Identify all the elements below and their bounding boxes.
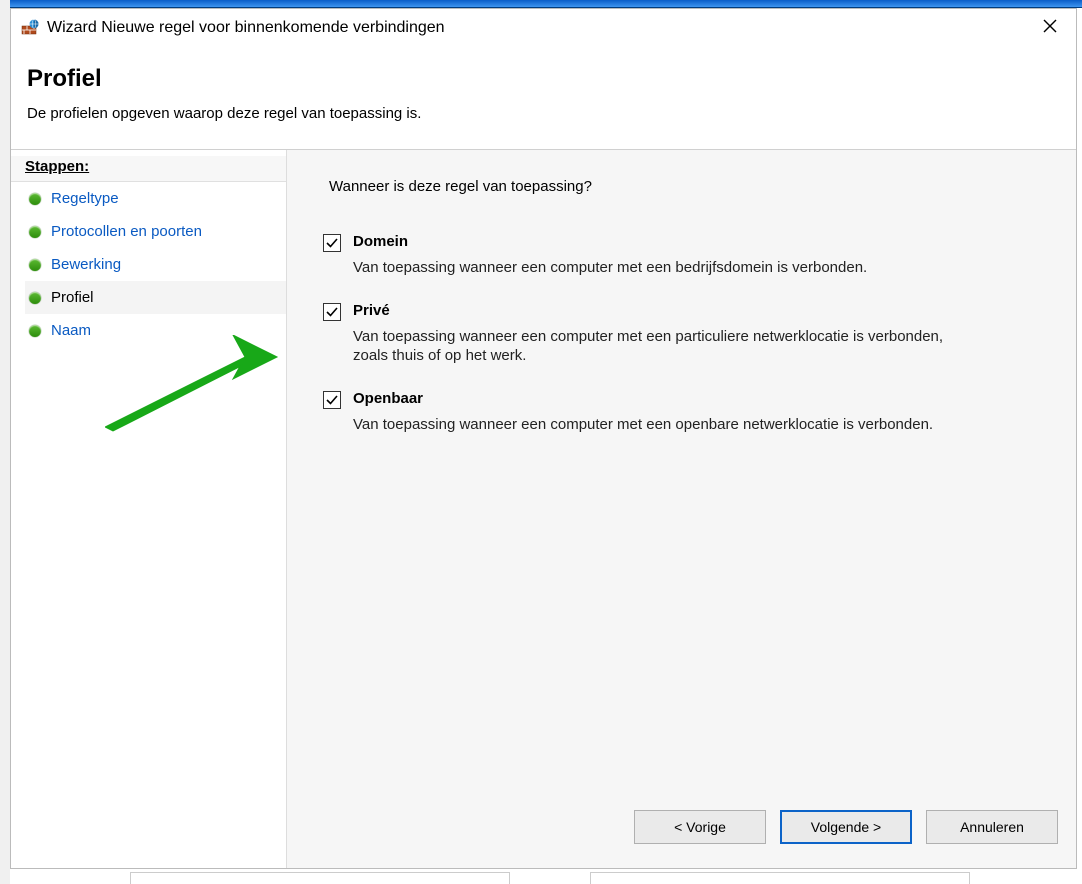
content-question: Wanneer is deze regel van toepassing?	[329, 178, 1040, 195]
close-icon	[1043, 19, 1057, 33]
titlebar: Wizard Nieuwe regel voor binnenkomende v…	[11, 9, 1076, 47]
checkmark-icon	[325, 305, 339, 319]
checkmark-icon	[325, 236, 339, 250]
sidebar-heading: Stappen:	[11, 156, 286, 182]
wizard-window: Wizard Nieuwe regel voor binnenkomende v…	[10, 8, 1077, 869]
checkmark-icon	[325, 393, 339, 407]
step-label: Profiel	[51, 289, 94, 306]
close-button[interactable]	[1030, 11, 1070, 41]
checkbox-input-domein[interactable]	[323, 234, 341, 252]
page-title: Profiel	[27, 65, 1060, 93]
window-title: Wizard Nieuwe regel voor binnenkomende v…	[47, 19, 445, 37]
checkbox-description: Van toepassing wanneer een computer met …	[353, 415, 973, 435]
step-label: Bewerking	[51, 256, 121, 273]
page-subtitle: De profielen opgeven waarop deze regel v…	[27, 105, 1060, 122]
step-regeltype[interactable]: Regeltype	[25, 182, 286, 215]
body-area: Stappen: Regeltype Protocollen en poorte…	[11, 149, 1076, 868]
background-fragment	[0, 0, 10, 884]
bullet-icon	[29, 292, 41, 304]
checkbox-input-prive[interactable]	[323, 303, 341, 321]
checkbox-domein: Domein Van toepassing wanneer een comput…	[323, 233, 1040, 278]
step-bewerking[interactable]: Bewerking	[25, 248, 286, 281]
bullet-icon	[29, 325, 41, 337]
firewall-icon	[21, 19, 39, 37]
checkbox-label: Domein	[353, 233, 408, 250]
checkbox-description: Van toepassing wanneer een computer met …	[353, 258, 973, 278]
checkbox-input-openbaar[interactable]	[323, 391, 341, 409]
content-pane: Wanneer is deze regel van toepassing? Do…	[287, 150, 1076, 868]
step-label: Protocollen en poorten	[51, 223, 202, 240]
step-label: Regeltype	[51, 190, 119, 207]
sidebar: Stappen: Regeltype Protocollen en poorte…	[11, 150, 287, 868]
next-button[interactable]: Volgende >	[780, 810, 912, 844]
step-naam[interactable]: Naam	[25, 314, 286, 347]
blue-top-frame	[0, 0, 1082, 8]
cancel-button[interactable]: Annuleren	[926, 810, 1058, 844]
checkbox-prive: Privé Van toepassing wanneer een compute…	[323, 302, 1040, 366]
step-label: Naam	[51, 322, 91, 339]
checkbox-label: Privé	[353, 302, 390, 319]
bullet-icon	[29, 259, 41, 271]
checkbox-openbaar: Openbaar Van toepassing wanneer een comp…	[323, 390, 1040, 435]
step-profiel[interactable]: Profiel	[25, 281, 286, 314]
checkbox-description: Van toepassing wanneer een computer met …	[353, 327, 973, 366]
bullet-icon	[29, 226, 41, 238]
back-button[interactable]: < Vorige	[634, 810, 766, 844]
background-sliver	[130, 872, 1082, 884]
step-protocollen[interactable]: Protocollen en poorten	[25, 215, 286, 248]
header-area: Profiel De profielen opgeven waarop deze…	[11, 47, 1076, 146]
bullet-icon	[29, 193, 41, 205]
checkbox-label: Openbaar	[353, 390, 423, 407]
button-row: < Vorige Volgende > Annuleren	[634, 810, 1058, 844]
